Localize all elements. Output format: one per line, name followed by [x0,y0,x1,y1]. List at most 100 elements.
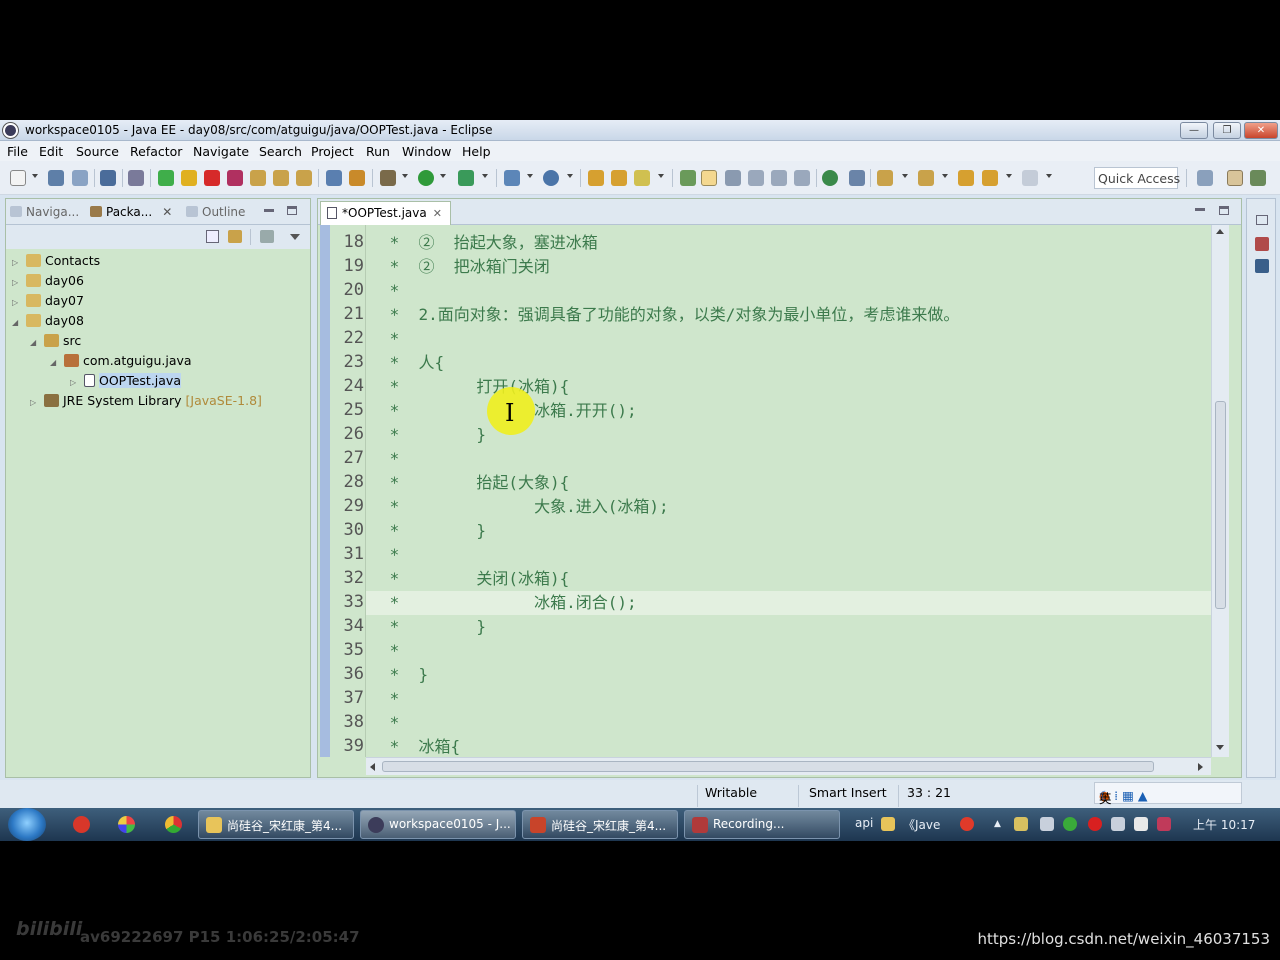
collapse-arrow-icon[interactable]: ◢ [30,338,40,347]
horizontal-scrollbar[interactable] [366,757,1211,775]
minimize-editor-icon[interactable] [1195,208,1205,211]
start-button[interactable] [8,808,46,841]
expand-arrow-icon[interactable]: ▷ [12,298,22,307]
dropdown-arrow-icon[interactable] [902,174,908,178]
open-task-icon[interactable] [611,170,627,186]
record-icon[interactable] [1088,817,1102,831]
tree-item-day06[interactable]: ▷ day06 [12,273,84,291]
problems-view-icon[interactable] [1255,237,1269,251]
collapse-arrow-icon[interactable]: ◢ [12,318,22,327]
console-view-icon[interactable] [1255,259,1269,273]
code-line[interactable]: * ② 抬起大象，塞进冰箱 [366,231,1211,255]
next-annotation-icon[interactable] [877,170,893,186]
code-line[interactable]: * ② 把冰箱门关闭 [366,255,1211,279]
expand-arrow-icon[interactable]: ▷ [12,258,22,267]
expand-arrow-icon[interactable]: ▷ [12,278,22,287]
code-line[interactable]: * [366,447,1211,471]
tab-navigator[interactable]: Naviga... [10,205,79,219]
show-hidden-icons-icon[interactable]: ▲ [994,819,1001,829]
tray-monitor-icon[interactable] [1157,817,1171,831]
ime-toolbar[interactable]: ● 英 ☾ ⁞ ▦ ▲ [1094,782,1242,806]
resume-icon[interactable] [158,170,174,186]
forward-icon[interactable] [1022,170,1038,186]
quicklaunch-browser-icon[interactable] [118,816,135,833]
show-whitespace-icon[interactable] [748,170,764,186]
maximize-editor-icon[interactable] [1219,206,1229,215]
collapse-all-icon[interactable] [206,230,219,243]
clock[interactable]: 上午 10:17 [1193,816,1255,833]
suspend-icon[interactable] [181,170,197,186]
restore-stack-icon[interactable] [1256,215,1268,225]
link-with-editor-icon[interactable] [228,230,242,243]
open-type-icon[interactable] [588,170,604,186]
toggle-mark-occurrences-icon[interactable] [701,170,717,186]
tray-app-icon[interactable] [1014,817,1028,831]
taskbar-item-eclipse[interactable]: workspace0105 - J... [360,810,516,839]
code-line[interactable]: * [366,687,1211,711]
collapse-arrow-icon[interactable]: ◢ [50,358,60,367]
close-tab-icon[interactable]: ✕ [162,205,172,219]
tree-item-src[interactable]: ◢ src [30,333,81,351]
tree-item-jre-library[interactable]: ▷ JRE System Library [JavaSE-1.8] [30,393,262,411]
dropdown-arrow-icon[interactable] [658,174,664,178]
scroll-right-icon[interactable] [1198,763,1203,771]
focus-on-task-icon[interactable] [260,230,274,243]
drop-to-frame-icon[interactable] [349,170,365,186]
web-browser-icon[interactable] [822,170,838,186]
dropdown-arrow-icon[interactable] [567,174,573,178]
dropdown-arrow-icon[interactable] [527,174,533,178]
search-icon[interactable] [634,170,650,186]
menu-project[interactable]: Project [311,144,354,159]
tree-item-package[interactable]: ◢ com.atguigu.java [50,353,192,371]
code-line[interactable]: * } [366,663,1211,687]
scroll-left-icon[interactable] [370,763,375,771]
code-line[interactable]: * 抬起(大象){ [366,471,1211,495]
vertical-scrollbar[interactable] [1211,225,1229,757]
open-perspective-icon[interactable] [1197,170,1213,186]
debug-icon[interactable] [380,170,396,186]
taskbar-item-recording[interactable]: Recording... [684,810,840,839]
menu-help[interactable]: Help [462,144,491,159]
menu-window[interactable]: Window [402,144,451,159]
run-icon[interactable] [418,170,434,186]
view-menu-icon[interactable] [290,234,300,240]
horizontal-scroll-thumb[interactable] [382,761,1154,772]
step-over-icon[interactable] [273,170,289,186]
expand-arrow-icon[interactable]: ▷ [70,378,80,387]
expand-arrow-icon[interactable]: ▷ [30,398,40,407]
code-line[interactable]: * 冰箱.闭合(); [366,591,1211,615]
use-step-filters-icon[interactable] [326,170,342,186]
annotation-ruler[interactable] [320,225,330,757]
minimize-button[interactable]: — [1180,122,1208,139]
menu-run[interactable]: Run [366,144,390,159]
ime-tools-icon[interactable]: ☾ ⁞ ▦ ▲ [1099,788,1148,803]
maximize-view-icon[interactable] [287,206,297,215]
toggle-ant-icon[interactable] [680,170,696,186]
taskbar-item-folder[interactable]: 尚硅谷_宋红康_第4... [198,810,354,839]
close-tab-icon[interactable]: ✕ [433,207,442,220]
code-line[interactable]: * 人{ [366,351,1211,375]
close-button[interactable]: ✕ [1244,122,1278,139]
network-icon[interactable] [1111,817,1125,831]
dropdown-arrow-icon[interactable] [32,174,38,178]
menu-search[interactable]: Search [259,144,302,159]
dropdown-arrow-icon[interactable] [942,174,948,178]
quick-access-input[interactable]: Quick Access [1094,167,1180,189]
coverage-icon[interactable] [458,170,474,186]
code-line[interactable]: * 关闭(冰箱){ [366,567,1211,591]
code-line[interactable]: * [366,711,1211,735]
save-all-icon[interactable] [72,170,88,186]
dropdown-arrow-icon[interactable] [482,174,488,178]
code-line[interactable]: * [366,639,1211,663]
vertical-scroll-thumb[interactable] [1215,401,1226,609]
pin-editor-icon[interactable] [849,170,865,186]
code-area[interactable]: * ② 抬起大象，塞进冰箱 * ② 把冰箱门关闭 * * 2.面向对象：强调具备… [366,225,1211,757]
back-icon[interactable] [982,170,998,186]
tree-item-day08[interactable]: ◢ day08 [12,313,84,331]
last-edit-location-icon[interactable] [958,170,974,186]
minimize-view-icon[interactable] [264,209,274,212]
dropdown-arrow-icon[interactable] [1046,174,1052,178]
dropdown-arrow-icon[interactable] [402,174,408,178]
scroll-up-icon[interactable] [1216,229,1224,234]
step-return-icon[interactable] [296,170,312,186]
